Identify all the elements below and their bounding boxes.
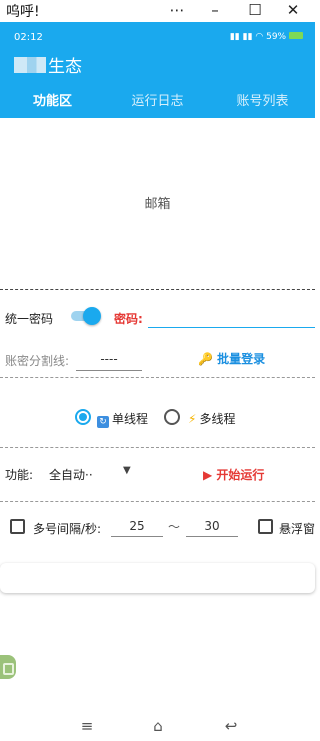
toggle-knob [83, 307, 101, 325]
play-icon: ▶ [203, 468, 217, 482]
floating-ball-icon[interactable] [0, 655, 16, 679]
menu-icon[interactable]: ≡ [72, 716, 102, 736]
single-thread-text: 单线程 [112, 412, 149, 426]
multi-account-interval-checkbox[interactable] [10, 519, 25, 534]
separator-input[interactable] [76, 347, 142, 371]
function-label: 功能: [5, 468, 34, 482]
status-time: 02:12 [14, 32, 43, 43]
close-icon[interactable]: ✕ [278, 0, 308, 20]
empty-card [0, 563, 315, 593]
batch-login-button[interactable]: 🔑 批量登录 [198, 350, 265, 367]
battery-icon [289, 32, 303, 39]
float-window-label: 悬浮窗 [279, 522, 315, 536]
function-select[interactable]: 全自动·· [49, 466, 93, 483]
email-input-line[interactable] [0, 289, 315, 290]
home-icon[interactable]: ⌂ [143, 716, 173, 736]
float-window-checkbox[interactable] [258, 519, 273, 534]
interval-label: 多号间隔/秒: [33, 522, 102, 536]
window-title-bar: 呜呼! ⋯ – ☐ ✕ [0, 0, 315, 21]
redacted-name [14, 56, 46, 73]
password-input[interactable] [148, 327, 315, 328]
single-thread-label: ↻ 单线程 [97, 410, 148, 428]
app-title-text: 生态 [48, 57, 82, 77]
multi-thread-radio[interactable] [164, 409, 180, 425]
divider [0, 447, 315, 448]
back-icon[interactable]: ↩ [216, 716, 246, 736]
batch-login-label: 批量登录 [217, 352, 266, 366]
navigation-bar: ≡ ⌂ ↩ [0, 712, 315, 741]
single-thread-radio[interactable] [75, 409, 91, 425]
tab-function-area[interactable]: 功能区 [0, 92, 105, 116]
wifi-icon: ◠ [255, 32, 267, 42]
unified-password-toggle[interactable] [71, 307, 101, 325]
tab-bar: 功能区 运行日志 账号列表 [0, 92, 315, 116]
maximize-icon[interactable]: ☐ [240, 0, 270, 20]
tab-account-list[interactable]: 账号列表 [210, 92, 315, 116]
unified-password-label: 统一密码 [5, 312, 54, 326]
password-label: 密码: [114, 312, 143, 326]
interval-min-input[interactable] [111, 515, 163, 537]
more-menu-icon[interactable]: ⋯ [162, 0, 192, 20]
interval-max-input[interactable] [186, 515, 238, 537]
divider [0, 501, 315, 502]
chevron-down-icon[interactable]: ▼ [123, 465, 131, 476]
separator-label: 账密分割线: [5, 354, 70, 368]
tab-run-log[interactable]: 运行日志 [105, 92, 210, 116]
multi-thread-text: 多线程 [199, 412, 236, 426]
start-run-label: 开始运行 [216, 468, 265, 482]
window-title: 呜呼! [6, 4, 40, 20]
start-run-button[interactable]: ▶ 开始运行 [203, 466, 264, 483]
divider [0, 377, 315, 378]
key-icon: 🔑 [198, 352, 213, 366]
email-label: 邮箱 [144, 197, 171, 212]
minimize-icon[interactable]: – [200, 0, 230, 20]
refresh-icon: ↻ [97, 416, 109, 428]
lightning-icon: ⚡ [188, 412, 197, 426]
app-header: 02:12 ▮▮ ▮▮ ◠ 59% 生态 功能区 运行日志 账号列表 [0, 22, 315, 118]
app-title: 生态 [14, 52, 82, 77]
status-icons: ▮▮ ▮▮ ◠ 59% [230, 32, 303, 42]
multi-thread-label: ⚡ 多线程 [188, 410, 235, 427]
signal-icon: ▮▮ ▮▮ [229, 32, 256, 42]
range-tilde: ～ [168, 520, 181, 534]
battery-level: 59% [266, 32, 287, 42]
